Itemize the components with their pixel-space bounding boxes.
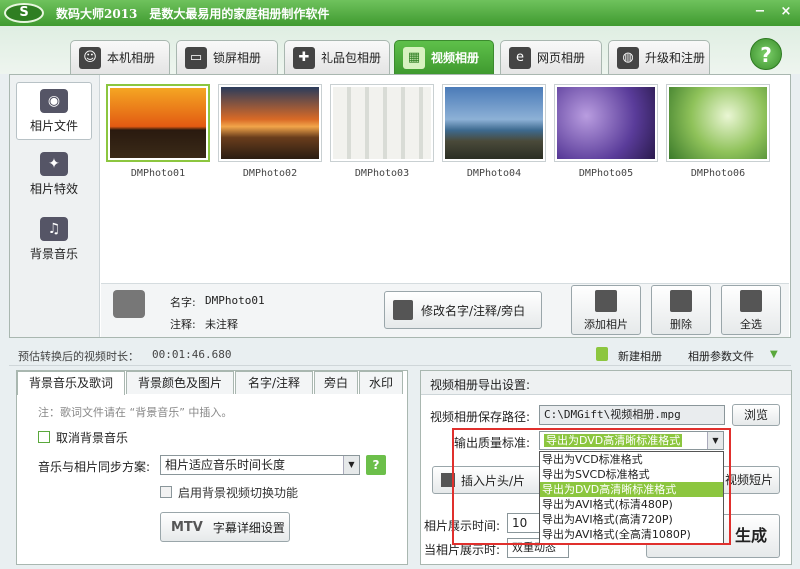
monitor-icon: ▭ <box>185 46 207 69</box>
chevron-down-icon: ▼ <box>343 456 359 474</box>
tab-lockscreen-album[interactable]: ▭ 锁屏相册 <box>176 40 278 74</box>
tab-label: 视频相册 <box>431 51 480 65</box>
album-params-link[interactable]: 相册参数文件 <box>688 348 754 364</box>
name-value: DMPhoto01 <box>205 294 265 307</box>
add-person-icon <box>595 290 617 312</box>
mtv-button-label: 字幕详细设置 <box>212 520 285 535</box>
bg-video-checkbox[interactable] <box>160 486 172 498</box>
cancel-bg-music-label: 取消背景音乐 <box>56 431 129 445</box>
photo-thumb[interactable] <box>330 84 434 162</box>
photo-thumb[interactable] <box>106 84 210 162</box>
chevron-down-icon[interactable]: ▼ <box>770 349 778 360</box>
ie-icon: e <box>509 46 531 69</box>
edit-name-note-button[interactable]: 修改名字/注释/旁白 <box>384 291 542 329</box>
photo-label: DMPhoto04 <box>466 168 522 179</box>
photo-label: DMPhoto05 <box>578 168 634 179</box>
add-photo-button[interactable]: 添加相片 <box>571 285 641 335</box>
photo-label: DMPhoto02 <box>242 168 298 179</box>
photo-thumb[interactable] <box>554 84 658 162</box>
name-label: 名字: <box>170 296 196 309</box>
select-all-label: 全选 <box>740 318 762 331</box>
tab-gift-album[interactable]: ✚ 礼品包相册 <box>284 40 390 74</box>
photo-label: DMPhoto03 <box>354 168 410 179</box>
help-button[interactable]: ? <box>750 38 782 70</box>
tab-video-album[interactable]: ▦ 视频相册 <box>394 40 494 74</box>
delete-label: 删除 <box>670 318 692 331</box>
bg-video-label: 启用背景视频切换功能 <box>178 486 299 500</box>
photo-label: DMPhoto06 <box>690 168 746 179</box>
app-logo: S <box>4 3 44 23</box>
tab-label: 礼品包相册 <box>321 51 382 65</box>
sidebar-item-bg-music[interactable]: ♫ 背景音乐 <box>16 211 92 269</box>
gift-icon: ✚ <box>293 46 315 69</box>
tab-watermark[interactable]: 水印 <box>359 371 403 394</box>
sync-label: 音乐与相片同步方案: <box>38 460 151 474</box>
mtv-logo: MTV <box>171 519 203 535</box>
sidebar-label: 相片特效 <box>29 182 78 196</box>
export-header: 视频相册导出设置: <box>430 378 531 392</box>
help-icon[interactable]: ? <box>366 455 386 475</box>
close-button[interactable]: × <box>778 4 794 20</box>
document-icon <box>596 347 608 361</box>
sidebar-item-photo-files[interactable]: ◉ 相片文件 <box>16 82 92 140</box>
sync-select[interactable]: 相片适应音乐时间长度 ▼ <box>160 455 360 475</box>
browse-button[interactable]: 浏览 <box>732 404 780 426</box>
mtv-subtitle-button[interactable]: MTV 字幕详细设置 <box>160 512 290 542</box>
camera-icon: ◉ <box>40 89 68 113</box>
photo-thumb[interactable] <box>442 84 546 162</box>
film-icon: ▦ <box>403 46 425 69</box>
select-all-button[interactable]: 全选 <box>721 285 781 335</box>
note-label: 注释: <box>170 318 196 331</box>
tab-label: 锁屏相册 <box>213 51 262 65</box>
grid-icon <box>740 290 762 312</box>
person-icon: ☺ <box>79 46 101 69</box>
photo-thumb[interactable] <box>218 84 322 162</box>
photo-thumb[interactable] <box>666 84 770 162</box>
lyrics-note: 注：歌词文件请在 “背景音乐” 中插入。 <box>38 406 233 419</box>
minimize-button[interactable]: − <box>752 4 768 20</box>
tab-web-album[interactable]: e 网页相册 <box>500 40 602 74</box>
sync-value: 相片适应音乐时间长度 <box>165 458 286 472</box>
estimate-value: 00:01:46.680 <box>152 348 232 361</box>
tab-upgrade-register[interactable]: ◍ 升级和注册 <box>608 40 710 74</box>
photo-label: DMPhoto01 <box>130 168 186 179</box>
save-path-input[interactable]: C:\DMGift\视频相册.mpg <box>539 405 725 425</box>
highlight-box <box>452 428 731 545</box>
new-album-link[interactable]: 新建相册 <box>618 348 662 364</box>
note-value: 未注释 <box>205 318 238 331</box>
estimate-label: 预估转换后的视频时长： <box>18 350 139 363</box>
sidebar-label: 背景音乐 <box>29 247 78 261</box>
music-icon: ♫ <box>40 217 68 241</box>
cancel-bg-music-checkbox[interactable] <box>38 431 50 443</box>
add-photo-label: 添加相片 <box>584 318 628 331</box>
globe-icon: ◍ <box>617 46 639 69</box>
save-path-label: 视频相册保存路径: <box>430 410 531 424</box>
tab-narration[interactable]: 旁白 <box>314 371 358 394</box>
app-title: 数码大师2013 是数大最易用的家庭相册制作软件 <box>56 7 330 21</box>
sidebar-label: 相片文件 <box>29 119 78 133</box>
tab-label: 本机相册 <box>107 51 156 65</box>
camera-icon <box>113 290 145 318</box>
tab-label: 升级和注册 <box>645 51 706 65</box>
trash-icon <box>670 290 692 312</box>
sidebar-item-photo-effects[interactable]: ✦ 相片特效 <box>16 146 92 204</box>
tab-name-note[interactable]: 名字/注释 <box>235 371 313 394</box>
delete-button[interactable]: 删除 <box>651 285 711 335</box>
tab-label: 网页相册 <box>537 51 586 65</box>
edit-icon <box>393 300 413 320</box>
effects-icon: ✦ <box>40 152 68 176</box>
edit-button-label: 修改名字/注释/旁白 <box>421 303 526 318</box>
tab-bg-music-lyrics[interactable]: 背景音乐及歌词 <box>17 371 125 395</box>
tab-local-album[interactable]: ☺ 本机相册 <box>70 40 170 74</box>
tab-bg-color-image[interactable]: 背景颜色及图片 <box>126 371 234 394</box>
